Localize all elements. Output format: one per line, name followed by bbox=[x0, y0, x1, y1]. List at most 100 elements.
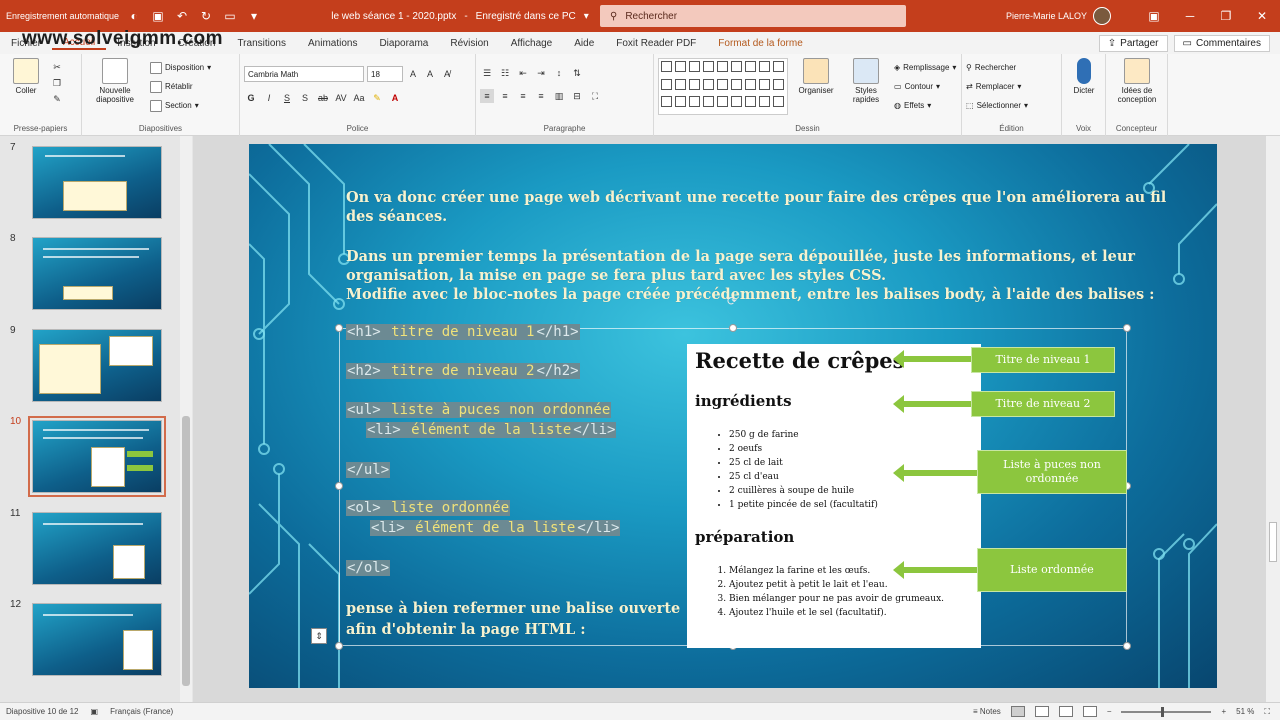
resize-handle[interactable] bbox=[335, 324, 343, 332]
resize-handle[interactable] bbox=[335, 482, 343, 490]
slide-thumbnail[interactable] bbox=[32, 146, 162, 219]
shape-icon[interactable] bbox=[745, 61, 756, 72]
strikethrough-icon[interactable]: ab bbox=[316, 91, 330, 105]
reset-button[interactable]: Rétablir bbox=[150, 77, 211, 96]
shape-icon[interactable] bbox=[703, 61, 714, 72]
decrease-indent-icon[interactable]: ⇤ bbox=[516, 66, 530, 80]
line-spacing-icon[interactable]: ↕ bbox=[552, 66, 566, 80]
shape-icon[interactable] bbox=[689, 61, 700, 72]
save-icon[interactable]: ▣ bbox=[149, 7, 167, 25]
avatar[interactable] bbox=[1093, 7, 1112, 25]
chevron-down-icon[interactable]: ▾ bbox=[584, 11, 589, 22]
language-status[interactable]: Français (France) bbox=[110, 707, 173, 716]
align-center-icon[interactable]: ≡ bbox=[498, 89, 512, 103]
tab-foxit[interactable]: Foxit Reader PDF bbox=[605, 38, 707, 49]
shape-icon[interactable] bbox=[731, 78, 742, 90]
current-slide[interactable]: On va donc créer une page web décrivant … bbox=[249, 144, 1217, 688]
new-slide-button[interactable]: Nouvelle diapositive bbox=[86, 58, 144, 115]
accessibility-icon[interactable]: ▣ bbox=[91, 707, 99, 716]
shape-icon[interactable] bbox=[773, 78, 784, 90]
tab-review[interactable]: Révision bbox=[439, 38, 499, 49]
design-ideas-button[interactable]: Idées de conception bbox=[1110, 58, 1164, 104]
shape-icon[interactable] bbox=[717, 96, 728, 108]
slide-scrollbar[interactable] bbox=[1266, 136, 1280, 702]
minimize-icon[interactable]: ─ bbox=[1172, 9, 1208, 23]
ribbon-display-icon[interactable]: ▣ bbox=[1136, 9, 1172, 23]
cut-icon[interactable]: ✂ bbox=[50, 60, 64, 74]
shape-icon[interactable] bbox=[731, 61, 742, 72]
copy-icon[interactable]: ❐ bbox=[50, 76, 64, 90]
shape-icon[interactable] bbox=[675, 96, 686, 108]
thumbnails-scrollbar-thumb[interactable] bbox=[182, 416, 190, 686]
slide-thumbnail[interactable] bbox=[32, 237, 162, 310]
slide-thumbnail[interactable] bbox=[32, 603, 162, 676]
zoom-slider[interactable] bbox=[1121, 706, 1212, 717]
share-button[interactable]: ⇪ Partager bbox=[1098, 34, 1168, 52]
section-button[interactable]: Section ▾ bbox=[150, 96, 211, 115]
underline-icon[interactable]: S bbox=[280, 91, 294, 105]
slide-sorter-icon[interactable] bbox=[1034, 706, 1049, 717]
reading-view-icon[interactable] bbox=[1058, 706, 1073, 717]
slide-thumbnail[interactable] bbox=[32, 512, 162, 585]
numbering-icon[interactable]: ☷ bbox=[498, 66, 512, 80]
resize-handle[interactable] bbox=[729, 324, 737, 332]
shape-icon[interactable] bbox=[689, 96, 700, 108]
shape-icon[interactable] bbox=[717, 78, 728, 90]
shape-icon[interactable] bbox=[675, 78, 686, 90]
autosave-toggle-icon[interactable]: ◐ bbox=[125, 7, 143, 25]
font-family-select[interactable]: Cambria Math bbox=[244, 66, 364, 82]
increase-font-icon[interactable]: A bbox=[406, 67, 420, 81]
thumbnail-slide-7[interactable]: 7 bbox=[0, 136, 180, 219]
slide-scrollbar-thumb[interactable] bbox=[1269, 522, 1277, 562]
outline-button[interactable]: ▭ Contour ▾ bbox=[894, 77, 956, 96]
redo-icon[interactable]: ↻ bbox=[197, 7, 215, 25]
bold-icon[interactable]: G bbox=[244, 91, 258, 105]
shapes-gallery[interactable] bbox=[658, 58, 788, 115]
thumbnail-slide-8[interactable]: 8 bbox=[0, 227, 180, 310]
maximize-icon[interactable]: ❐ bbox=[1208, 9, 1244, 23]
columns-icon[interactable]: ▥ bbox=[552, 89, 566, 103]
shape-icon[interactable] bbox=[675, 61, 686, 72]
align-right-icon[interactable]: ≡ bbox=[516, 89, 530, 103]
resize-handle[interactable] bbox=[1123, 324, 1131, 332]
thumbnail-slide-12[interactable]: 12 bbox=[0, 593, 180, 676]
shape-icon[interactable] bbox=[745, 78, 756, 90]
layout-button[interactable]: Disposition ▾ bbox=[150, 58, 211, 77]
bullets-icon[interactable]: ☰ bbox=[480, 66, 494, 80]
resize-handle[interactable] bbox=[1123, 642, 1131, 650]
shape-icon[interactable] bbox=[731, 96, 742, 108]
comments-button[interactable]: ▭ Commentaires bbox=[1173, 34, 1270, 52]
tab-transitions[interactable]: Transitions bbox=[226, 38, 297, 49]
zoom-out-icon[interactable]: − bbox=[1107, 707, 1112, 716]
notes-button[interactable]: ≡ Notes bbox=[973, 707, 1001, 716]
clear-format-icon[interactable]: A̸ bbox=[440, 67, 454, 81]
replace-button[interactable]: ⇄ Remplacer ▾ bbox=[966, 77, 1057, 96]
resize-handle[interactable] bbox=[335, 642, 343, 650]
paste-button[interactable]: Coller bbox=[4, 58, 48, 106]
effects-button[interactable]: ◍ Effets ▾ bbox=[894, 96, 956, 115]
customize-qat-icon[interactable]: ▾ bbox=[245, 7, 263, 25]
shape-icon[interactable] bbox=[661, 61, 672, 72]
layout-options-icon[interactable]: ⇕ bbox=[311, 628, 327, 644]
shape-icon[interactable] bbox=[717, 61, 728, 72]
tab-animations[interactable]: Animations bbox=[297, 38, 368, 49]
dictate-button[interactable]: Dicter bbox=[1066, 58, 1102, 95]
thumbnails-scrollbar[interactable] bbox=[180, 136, 192, 702]
shape-icon[interactable] bbox=[759, 61, 770, 72]
shadow-icon[interactable]: S bbox=[298, 91, 312, 105]
change-case-button[interactable]: Aa bbox=[352, 91, 366, 105]
align-left-icon[interactable]: ≡ bbox=[480, 89, 494, 103]
smartart-icon[interactable]: ⛶ bbox=[588, 89, 602, 103]
find-button[interactable]: ⚲ Rechercher bbox=[966, 58, 1057, 77]
shape-icon[interactable] bbox=[759, 96, 770, 108]
slide-thumbnail[interactable] bbox=[32, 329, 162, 402]
decrease-font-icon[interactable]: A bbox=[423, 67, 437, 81]
shape-icon[interactable] bbox=[703, 96, 714, 108]
tab-slideshow[interactable]: Diaporama bbox=[368, 38, 439, 49]
text-direction-icon[interactable]: ⇅ bbox=[570, 66, 584, 80]
thumbnail-slide-9[interactable]: 9 bbox=[0, 319, 180, 402]
search-input[interactable]: ⚲ Rechercher bbox=[600, 5, 906, 27]
align-text-icon[interactable]: ⊟ bbox=[570, 89, 584, 103]
tab-help[interactable]: Aide bbox=[563, 38, 605, 49]
arrange-button[interactable]: Organiser bbox=[794, 58, 838, 115]
